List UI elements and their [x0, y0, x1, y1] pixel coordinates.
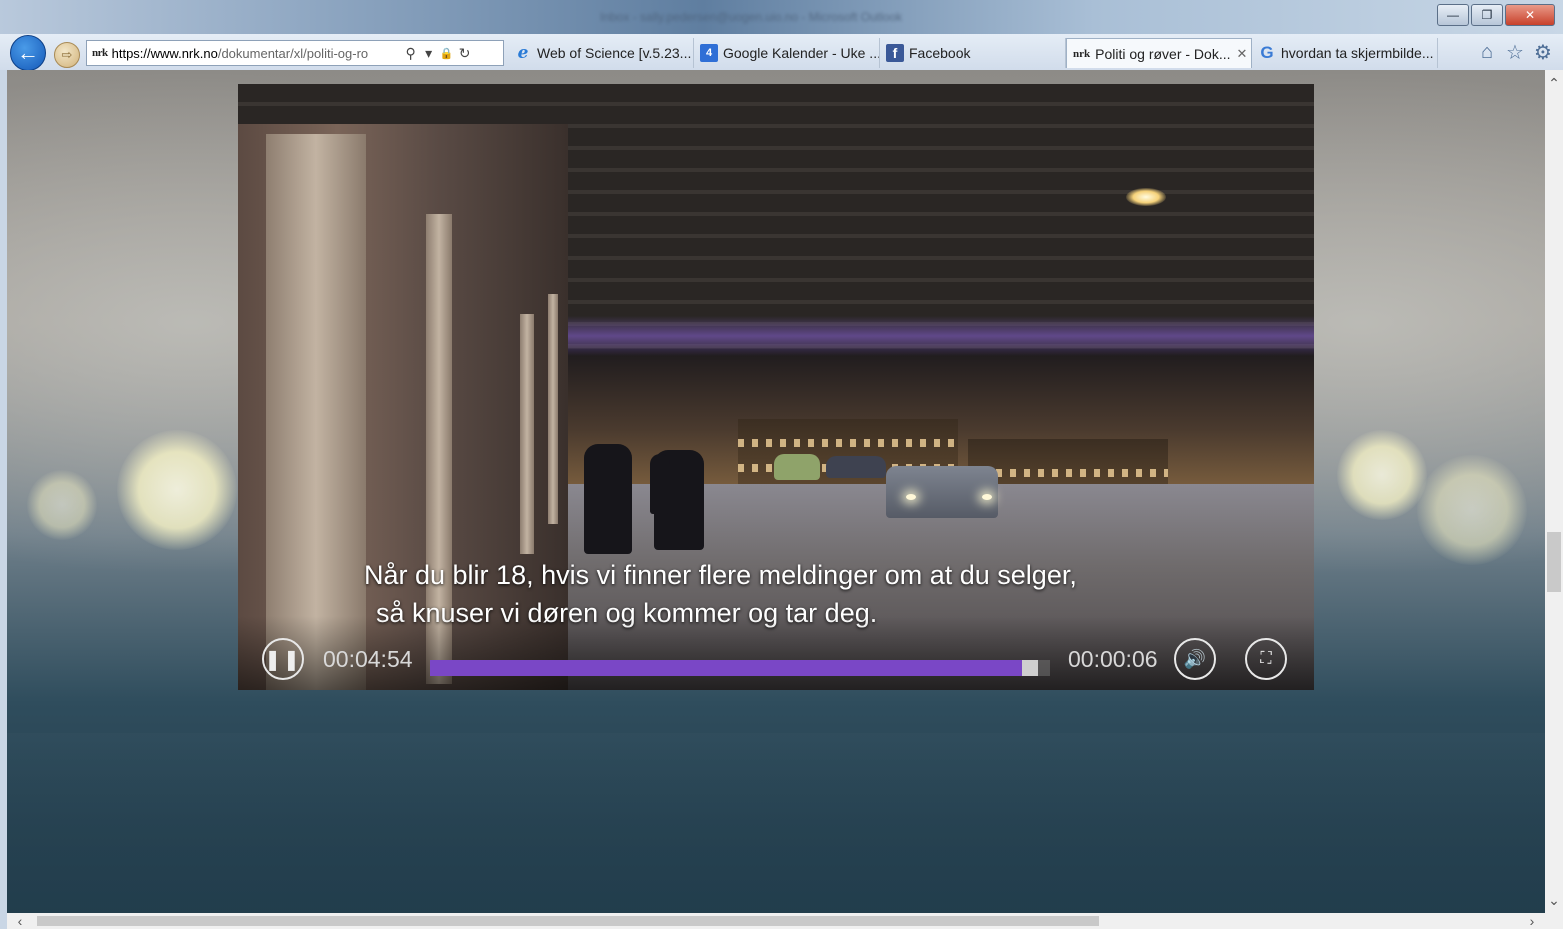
- video-pillar: [548, 294, 558, 524]
- fullscreen-button[interactable]: ⛶: [1245, 638, 1287, 680]
- video-pedestrian: [650, 454, 670, 514]
- video-pillar: [266, 134, 366, 690]
- tab-facebook[interactable]: f Facebook: [880, 38, 1066, 68]
- tab-hvordan-ta-skjermbilde[interactable]: G hvordan ta skjermbilde...: [1252, 38, 1438, 68]
- video-car: [886, 466, 998, 518]
- vertical-scrollbar[interactable]: ⌃ ⌄: [1545, 70, 1563, 913]
- bokeh-light: [117, 430, 237, 550]
- tab-google-calendar[interactable]: 4 Google Kalender - Uke ...: [694, 38, 880, 68]
- page-background-shade: [7, 733, 1545, 913]
- url-path: /dokumentar/xl/politi-og-ro: [217, 45, 369, 61]
- scroll-up-icon[interactable]: ⌃: [1545, 74, 1563, 92]
- address-url[interactable]: https://www.nrk.no/dokumentar/xl/politi-…: [112, 46, 402, 61]
- video-purple-light: [538, 316, 1314, 356]
- search-icon[interactable]: ⚲: [402, 45, 420, 62]
- tab-label: Google Kalender - Uke ...: [723, 45, 880, 61]
- video-windows: [968, 469, 1168, 477]
- minimize-button[interactable]: —: [1437, 4, 1469, 26]
- forward-button[interactable]: ⇨: [54, 42, 80, 68]
- page-content: Når du blir 18, hvis vi finner flere mel…: [7, 70, 1545, 913]
- bokeh-light: [27, 470, 97, 540]
- lock-icon[interactable]: 🔒: [438, 47, 456, 60]
- horizontal-scroll-thumb[interactable]: [37, 916, 1099, 926]
- video-pedestrian: [584, 444, 632, 554]
- browser-navbar: ← ⇨ nrk https://www.nrk.no/dokumentar/xl…: [0, 34, 1563, 71]
- horizontal-scrollbar[interactable]: ‹ ›: [7, 913, 1545, 929]
- video-pillar: [520, 314, 534, 554]
- toolbar-icons: ⌂ ☆ ⚙: [1473, 39, 1557, 65]
- favorites-icon[interactable]: ☆: [1501, 39, 1529, 65]
- close-tab-icon[interactable]: ✕: [1237, 46, 1248, 62]
- volume-button[interactable]: 🔊: [1174, 638, 1216, 680]
- vertical-scroll-thumb[interactable]: [1547, 532, 1561, 592]
- address-bar[interactable]: nrk https://www.nrk.no/dokumentar/xl/pol…: [86, 40, 504, 66]
- tab-label: Politi og røver - Dok...: [1095, 45, 1231, 62]
- video-subtitle-line1: Når du blir 18, hvis vi finner flere mel…: [364, 560, 1077, 590]
- back-button[interactable]: ←: [10, 35, 46, 71]
- scroll-right-icon[interactable]: ›: [1523, 913, 1541, 929]
- ie-icon: e: [517, 43, 529, 63]
- tab-web-of-science[interactable]: e Web of Science [v.5.23...: [508, 38, 694, 68]
- facebook-icon: f: [886, 44, 904, 62]
- window-titlebar: Inbox - sally.pedersen@uogen.uio.no - Mi…: [0, 0, 1563, 34]
- progress-handle[interactable]: [1021, 660, 1038, 676]
- tab-label: hvordan ta skjermbilde...: [1281, 45, 1434, 61]
- tab-label: Web of Science [v.5.23...: [537, 45, 692, 61]
- remaining-time: 00:00:06: [1068, 646, 1158, 672]
- video-controls: ❚❚ 00:04:54 00:00:06 🔊 ⛶: [238, 616, 1314, 690]
- video-car: [826, 456, 886, 478]
- window-controls: — ❐ ✕: [1435, 4, 1555, 26]
- scrollbar-corner: [1545, 913, 1563, 929]
- tab-politi-og-rover[interactable]: nrk Politi og røver - Dok... ✕: [1066, 38, 1252, 68]
- video-lamp: [1126, 188, 1166, 206]
- elapsed-time: 00:04:54: [323, 646, 413, 672]
- url-host: https://www.nrk.no: [111, 45, 218, 61]
- window-title: Inbox - sally.pedersen@uogen.uio.no - Mi…: [600, 10, 903, 24]
- nrk-favicon-icon: nrk: [92, 47, 108, 59]
- bokeh-light: [1417, 455, 1527, 565]
- refresh-icon[interactable]: ↻: [456, 45, 474, 62]
- bokeh-light: [1337, 430, 1427, 520]
- pause-button[interactable]: ❚❚: [262, 638, 304, 680]
- settings-icon[interactable]: ⚙: [1529, 39, 1557, 65]
- scroll-down-icon[interactable]: ⌄: [1545, 891, 1563, 909]
- google-icon: G: [1260, 43, 1274, 62]
- scroll-left-icon[interactable]: ‹: [11, 913, 29, 929]
- google-calendar-icon: 4: [700, 44, 718, 62]
- restore-button[interactable]: ❐: [1471, 4, 1503, 26]
- progress-fill: [430, 660, 1022, 676]
- address-dropdown-icon[interactable]: ▾: [420, 45, 438, 62]
- home-icon[interactable]: ⌂: [1473, 39, 1501, 65]
- video-player[interactable]: Når du blir 18, hvis vi finner flere mel…: [238, 84, 1314, 690]
- nrk-icon: nrk: [1073, 47, 1091, 60]
- video-windows: [738, 439, 958, 447]
- close-window-button[interactable]: ✕: [1505, 4, 1555, 26]
- window-frame-edge: [0, 70, 7, 929]
- tab-label: Facebook: [909, 45, 971, 61]
- video-car: [774, 454, 820, 480]
- progress-bar[interactable]: [430, 660, 1050, 676]
